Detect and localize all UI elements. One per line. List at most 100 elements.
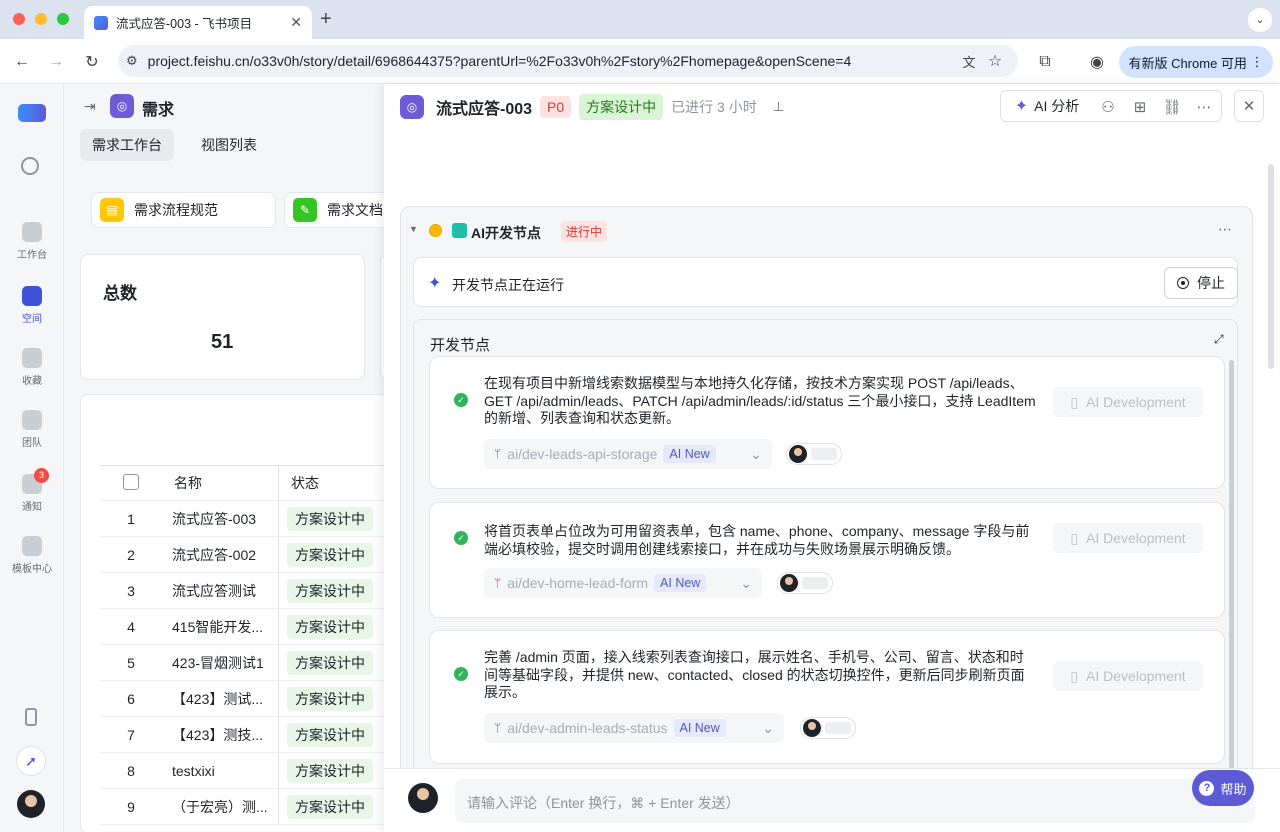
rail-item-workbench[interactable]: 工作台 [0,222,64,261]
requirement-icon: ◎ [400,95,424,119]
more-icon[interactable]: ⋯ [1188,92,1220,122]
row-name[interactable]: 423-冒烟测试1 [162,653,278,673]
row-name[interactable]: 415智能开发... [162,617,278,637]
tab-view-list[interactable]: 视图列表 [184,129,274,161]
priority-badge[interactable]: P0 [540,96,572,118]
help-icon: ? [1199,780,1215,796]
assignee-pill[interactable] [800,717,856,739]
row-name[interactable]: 流式应答测试 [162,581,278,601]
extensions-icon[interactable]: ⧉ [1031,48,1059,76]
profile-icon[interactable]: ◉ [1083,48,1111,76]
assignee-pill[interactable] [777,572,833,594]
ai-analysis-button[interactable]: ✦ AI 分析 [1002,92,1092,120]
table-row[interactable]: 6 【423】测试... 方案设计中 [100,681,384,717]
row-name[interactable]: testxixi [162,763,278,779]
chrome-update-button[interactable]: 有新版 Chrome 可用 ⋮ [1119,46,1273,78]
user-avatar[interactable] [17,790,45,818]
search-icon[interactable] [21,157,39,175]
section-scrollbar[interactable] [1229,360,1234,780]
rail-item-team[interactable]: 团队 [0,410,64,449]
ai-development-button[interactable]: ▯ AI Development [1053,523,1203,553]
table-row[interactable]: 5 423-冒烟测试1 方案设计中 [100,645,384,681]
status-badge[interactable]: 方案设计中 [579,94,664,120]
row-name[interactable]: 流式应答-002 [162,545,278,565]
table-row[interactable]: 9 （于宏亮）测... 方案设计中 [100,789,384,825]
close-drawer-icon[interactable]: ✕ [1234,90,1264,122]
rail-item-space[interactable]: 空间 [0,286,64,325]
requirements-table: 名称 状态 1 流式应答-003 方案设计中 2 流式应答-002 方案设计中 3 流式应… [100,465,384,825]
table-row[interactable]: 2 流式应答-002 方案设计中 [100,537,384,573]
site-settings-icon[interactable]: ⚙ [126,53,138,69]
translate-icon[interactable]: 文 [958,52,980,71]
ai-development-label: AI Development [1086,530,1186,546]
comment-input[interactable]: 请输入评论（Enter 换行，⌘ + Enter 发送） [455,779,1255,823]
rail-item-templates[interactable]: 模板中心 [0,536,64,575]
home-icon [22,222,42,242]
bookmark-icon[interactable]: ⊞ [1124,92,1156,122]
tab-search-icon[interactable]: ⌄ [1248,8,1272,32]
expand-icon[interactable]: ⤢ [1214,332,1224,347]
pin-icon[interactable]: ⊥ [773,99,784,115]
column-header-name[interactable]: 名称 [162,473,278,493]
branch-selector[interactable]: ᛘ ai/dev-admin-leads-status AI New ⌄ [484,713,784,743]
maximize-window-icon[interactable] [57,13,69,25]
branch-selector[interactable]: ᛘ ai/dev-home-lead-form AI New ⌄ [484,568,762,598]
ai-development-button[interactable]: ▯ AI Development [1053,661,1203,691]
task-description: 完善 /admin 页面，接入线索列表查询接口，展示姓名、手机号、公司、留言、状… [484,649,1025,700]
minimize-window-icon[interactable] [35,13,47,25]
chevron-down-icon: ⌄ [740,574,752,591]
ai-development-label: AI Development [1086,394,1186,410]
url-text[interactable]: project.feishu.cn/o33v0h/story/detail/69… [148,53,958,69]
help-button[interactable]: ? 帮助 [1192,770,1254,806]
help-label: 帮助 [1220,781,1247,797]
tab-workbench[interactable]: 需求工作台 [80,129,174,161]
bookmark-star-icon[interactable]: ☆ [980,51,1010,71]
rail-item-favorites[interactable]: 收藏 [0,348,64,387]
shortcut-process-spec[interactable]: ▤ 需求流程规范 [91,192,276,228]
column-header-status[interactable]: 状态 [278,466,384,500]
node-more-icon[interactable]: ⋯ [1218,221,1232,238]
table-row[interactable]: 8 testxixi 方案设计中 [100,753,384,789]
table-row[interactable]: 3 流式应答测试 方案设计中 [100,573,384,609]
row-name[interactable]: 【423】测试... [162,689,278,709]
members-icon[interactable]: ⚇ [1092,92,1124,122]
running-text: 开发节点正在运行 [452,277,564,293]
rail-item-label: 团队 [22,438,42,449]
browser-tab[interactable]: 流式应答-003 - 飞书项目 ✕ [84,6,312,39]
shortcut-label: 需求流程规范 [134,202,218,218]
status-badge: 方案设计中 [287,506,373,531]
table-row[interactable]: 4 415智能开发... 方案设计中 [100,609,384,645]
assignee-avatar [780,574,798,592]
new-tab-button[interactable]: + [320,8,332,31]
table-row[interactable]: 1 流式应答-003 方案设计中 [100,501,384,537]
ai-development-label: AI Development [1086,668,1186,684]
collapse-node-icon[interactable]: ▼ [409,224,418,234]
star-icon [22,348,42,368]
task-description: 将首页表单占位改为可用留资表单，包含 name、phone、company、me… [484,523,1030,557]
table-row[interactable]: 7 【423】测技... 方案设计中 [100,717,384,753]
shortcut-requirement-doc[interactable]: ✎ 需求文档 [284,192,394,228]
row-number: 6 [127,690,135,707]
stop-button[interactable]: 停止 [1164,267,1238,299]
row-name[interactable]: 【423】测技... [162,725,278,745]
reload-icon[interactable]: ↻ [78,48,106,76]
drawer-scrollbar[interactable] [1268,164,1274,369]
address-bar[interactable]: ⚙ project.feishu.cn/o33v0h/story/detail/… [118,45,1018,77]
assignee-pill[interactable] [786,443,842,465]
doc-icon: ▯ [1070,529,1079,546]
app-logo-icon[interactable] [18,104,46,122]
branch-selector[interactable]: ᛘ ai/dev-leads-api-storage AI New ⌄ [484,439,772,469]
mobile-icon[interactable] [25,708,37,726]
ai-development-button[interactable]: ▯ AI Development [1053,387,1203,417]
collapse-sidebar-icon[interactable]: ⇥ [84,98,96,115]
rail-item-notifications[interactable]: 通知 3 [0,468,64,513]
rocket-icon[interactable]: ➚ [16,746,46,776]
forward-icon[interactable]: → [42,48,70,76]
row-name[interactable]: 流式应答-003 [162,509,278,529]
close-window-icon[interactable] [13,13,25,25]
select-all-checkbox[interactable] [123,473,139,490]
back-icon[interactable]: ← [8,48,36,76]
close-tab-icon[interactable]: ✕ [290,14,302,31]
link-icon[interactable]: ⛓ [1156,92,1188,122]
row-name[interactable]: （于宏亮）测... [162,797,278,817]
